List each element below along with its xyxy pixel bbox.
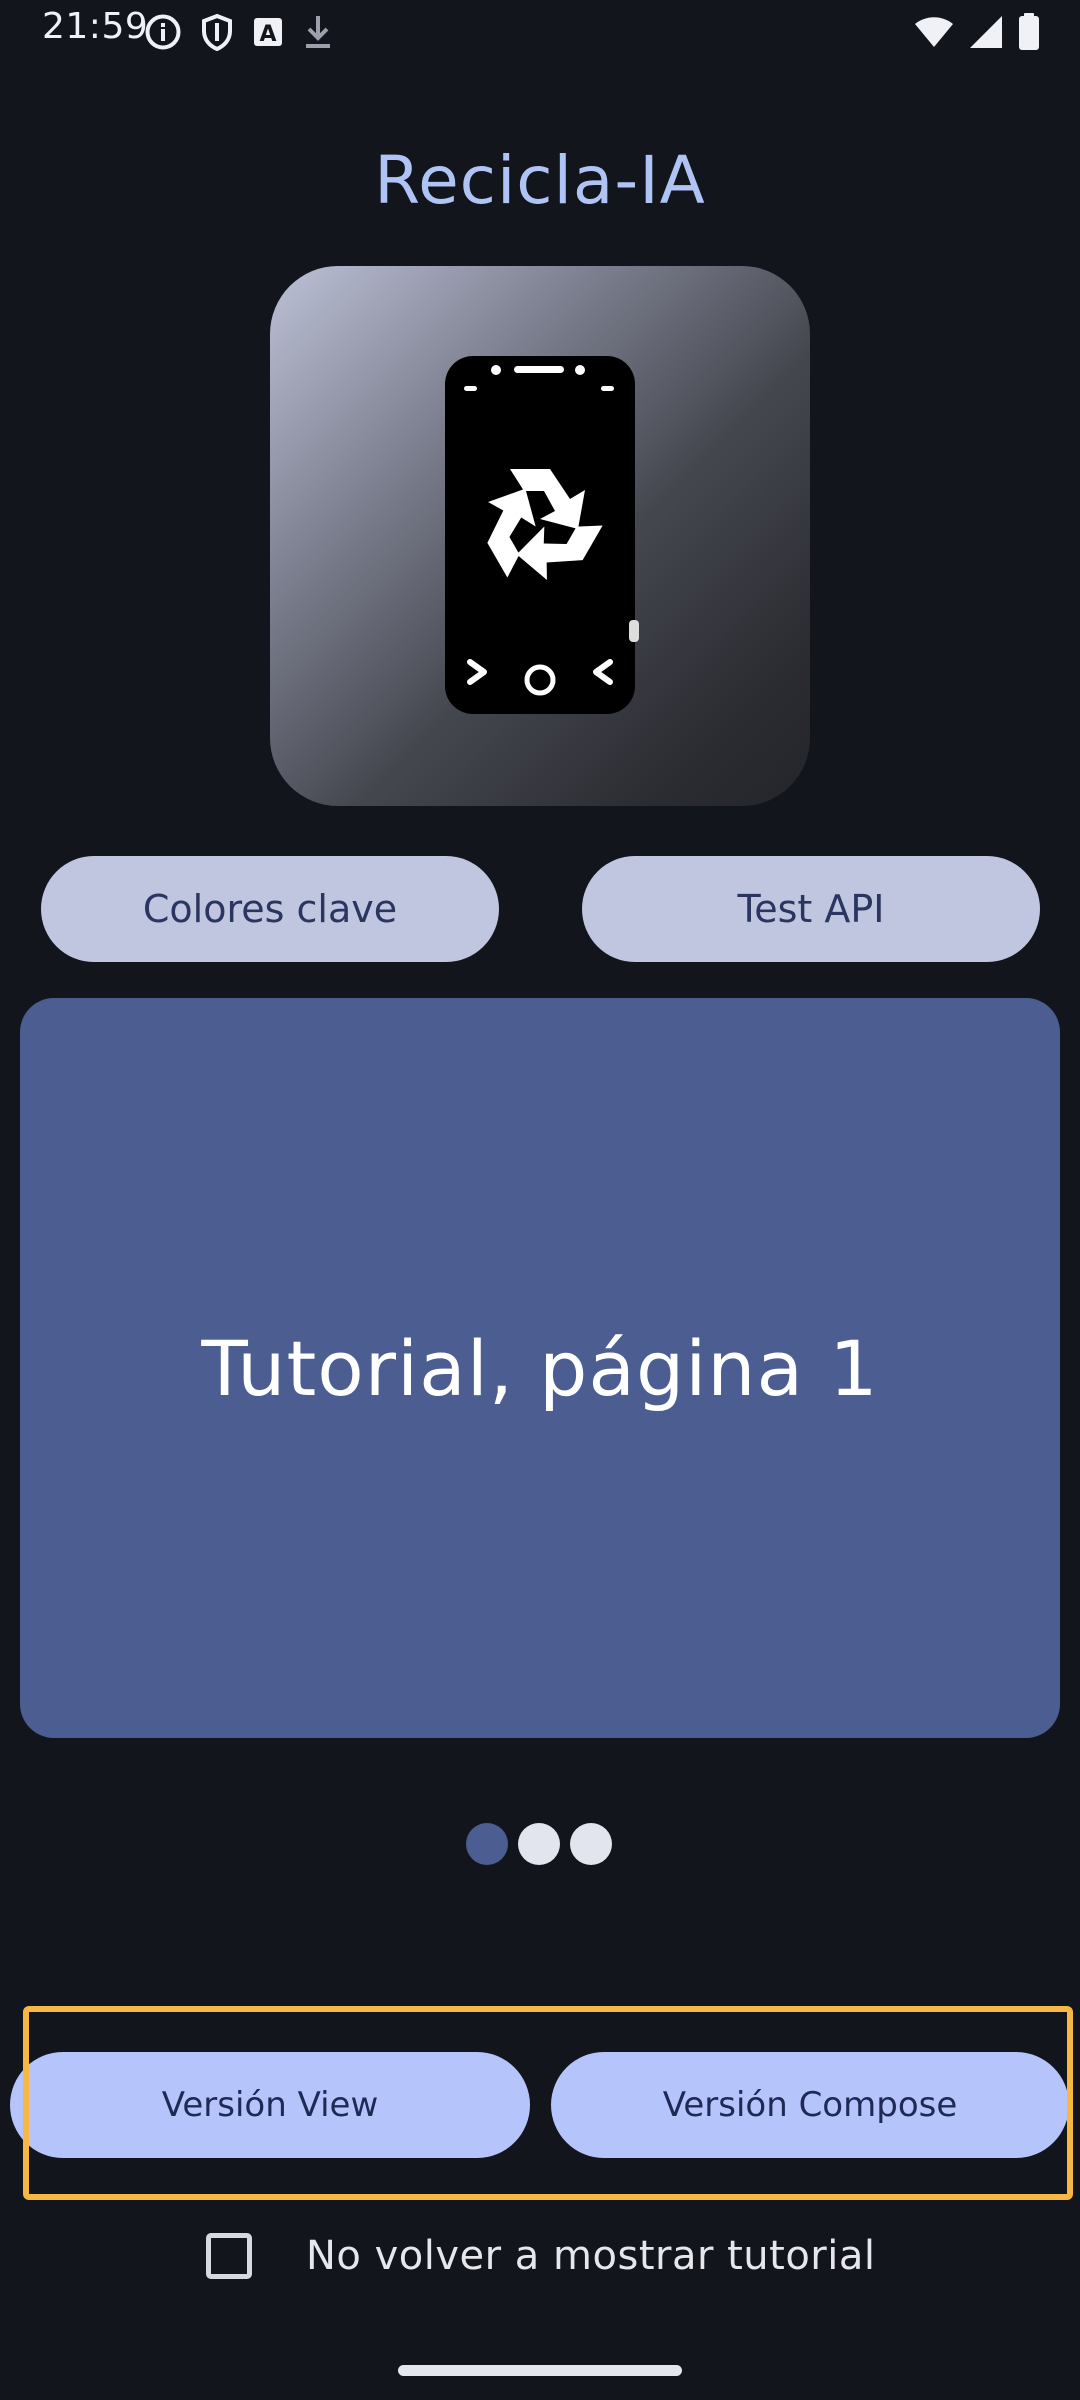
dont-show-tutorial-checkbox[interactable] bbox=[206, 2233, 252, 2279]
app-logo bbox=[270, 266, 810, 806]
version-compose-button[interactable]: Versión Compose bbox=[551, 2052, 1069, 2158]
version-view-button[interactable]: Versión View bbox=[10, 2052, 530, 2158]
dont-show-tutorial-label: No volver a mostrar tutorial bbox=[306, 2233, 876, 2279]
tutorial-pager[interactable]: Tutorial, página 1 bbox=[20, 998, 1060, 1738]
colores-clave-button[interactable]: Colores clave bbox=[41, 856, 499, 962]
shield-icon bbox=[200, 13, 234, 51]
page-indicator bbox=[466, 1823, 612, 1865]
test-api-button[interactable]: Test API bbox=[582, 856, 1040, 962]
signal-icon bbox=[968, 14, 1004, 50]
download-icon bbox=[302, 13, 334, 51]
phone-recycle-logo-icon bbox=[445, 356, 639, 714]
wifi-icon bbox=[914, 15, 954, 49]
dont-show-tutorial-row[interactable]: No volver a mostrar tutorial bbox=[206, 2226, 876, 2286]
info-icon bbox=[144, 13, 182, 51]
status-bar: 21:59 A bbox=[0, 0, 1080, 64]
battery-icon bbox=[1018, 13, 1040, 51]
version-buttons-row: Versión View Versión Compose bbox=[0, 2052, 1080, 2158]
svg-text:A: A bbox=[259, 22, 276, 47]
page-dot-1[interactable] bbox=[466, 1823, 508, 1865]
app-screen: 21:59 A Recicla-IA Colores clave Test AP… bbox=[0, 0, 1080, 2400]
gesture-nav-bar[interactable] bbox=[398, 2365, 682, 2376]
status-time: 21:59 bbox=[42, 6, 149, 47]
tutorial-page-text: Tutorial, página 1 bbox=[201, 1323, 879, 1413]
page-dot-3[interactable] bbox=[570, 1823, 612, 1865]
app-title: Recicla-IA bbox=[374, 142, 706, 219]
text-a-icon: A bbox=[252, 16, 284, 48]
page-dot-2[interactable] bbox=[518, 1823, 560, 1865]
status-left-icons: A bbox=[144, 12, 334, 52]
status-right-icons bbox=[914, 10, 1040, 54]
